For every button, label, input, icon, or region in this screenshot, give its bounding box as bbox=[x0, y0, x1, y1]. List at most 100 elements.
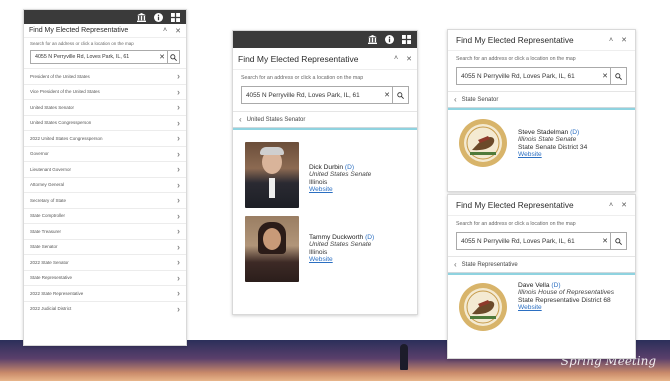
website-link[interactable]: Website bbox=[518, 151, 542, 158]
search-icon bbox=[170, 53, 177, 61]
chevron-right-icon: › bbox=[177, 148, 180, 159]
rep-info: Tammy Duckworth (D) United States Senate… bbox=[309, 234, 374, 264]
clear-icon[interactable]: ✕ bbox=[600, 237, 610, 245]
close-icon[interactable]: ✕ bbox=[621, 201, 627, 209]
list-item[interactable]: State Senator › bbox=[24, 238, 186, 255]
list-item[interactable]: Governor › bbox=[24, 145, 186, 162]
search-button[interactable] bbox=[392, 87, 408, 103]
list-item[interactable]: United States Senator › bbox=[24, 99, 186, 115]
list-item-label: 2022 Judicial District bbox=[30, 306, 72, 312]
list-item[interactable]: State Comptroller › bbox=[24, 207, 186, 224]
rep-office: Illinois House of Representatives bbox=[518, 289, 615, 297]
chevron-up-icon[interactable]: ˄ bbox=[609, 202, 613, 209]
info-icon[interactable] bbox=[154, 12, 163, 22]
info-icon[interactable] bbox=[385, 35, 394, 44]
rep-office: United States Senate bbox=[309, 171, 372, 179]
breadcrumb[interactable]: ‹ United States Senator bbox=[233, 111, 417, 128]
search-input[interactable]: 4055 N Perryville Rd, Loves Park, IL, 61 bbox=[457, 238, 600, 245]
clear-icon[interactable]: ✕ bbox=[382, 91, 392, 99]
close-icon[interactable]: ✕ bbox=[175, 27, 181, 35]
chevron-right-icon: › bbox=[177, 210, 180, 221]
list-item[interactable]: Secretary of State › bbox=[24, 192, 186, 208]
search-button[interactable] bbox=[167, 51, 179, 63]
rep-office: United States Senate bbox=[309, 241, 372, 249]
rep-party: (D) bbox=[551, 281, 561, 289]
rep-name: Dick Durbin bbox=[309, 163, 344, 171]
rep-district: State Representative District 68 bbox=[518, 296, 611, 304]
search-input[interactable]: 4055 N Perryville Rd, Loves Park, IL, 61 bbox=[457, 73, 600, 80]
chevron-right-icon: › bbox=[177, 164, 180, 175]
chevron-up-icon[interactable]: ˄ bbox=[394, 55, 398, 62]
clear-icon[interactable]: ✕ bbox=[157, 53, 167, 61]
list-item[interactable]: 2022 State Representative › bbox=[24, 285, 186, 301]
rep-party: (D) bbox=[365, 233, 375, 241]
panel-title: Find My Elected Representative bbox=[29, 27, 129, 34]
list-item-label: Attorney General bbox=[30, 182, 65, 188]
chevron-right-icon: › bbox=[177, 303, 180, 314]
rep-district: Illinois bbox=[309, 178, 328, 186]
panel-header: Find My Elected Representative ˄ ✕ bbox=[233, 48, 417, 70]
list-item[interactable]: State Treasurer › bbox=[24, 223, 186, 239]
grid-icon[interactable] bbox=[402, 35, 411, 44]
back-chevron-icon[interactable]: ‹ bbox=[454, 260, 457, 269]
list-item[interactable]: 2022 State Senator › bbox=[24, 254, 186, 270]
building-icon[interactable] bbox=[137, 12, 146, 22]
list-item[interactable]: President of the United States › bbox=[24, 68, 186, 84]
chevron-right-icon: › bbox=[177, 226, 180, 237]
panel-title: Find My Elected Representative bbox=[238, 53, 359, 64]
rep-district: State Senate District 34 bbox=[518, 143, 588, 151]
search-hint: Search for an address or click a locatio… bbox=[456, 221, 576, 227]
list-item[interactable]: 2022 Judicial District › bbox=[24, 300, 186, 317]
list-item-label: State Representative bbox=[30, 275, 73, 281]
back-chevron-icon[interactable]: ‹ bbox=[239, 115, 242, 124]
search-box[interactable]: 4055 N Perryville Rd, Loves Park, IL, 61… bbox=[241, 86, 409, 104]
list-item[interactable]: State Representative › bbox=[24, 269, 186, 286]
list-item[interactable]: Attorney General › bbox=[24, 176, 186, 193]
list-item-label: United States Senator bbox=[30, 104, 75, 110]
rep-card: Dick Durbin (D) United States Senate Ill… bbox=[233, 130, 417, 212]
back-chevron-icon[interactable]: ‹ bbox=[454, 95, 457, 104]
search-input[interactable]: 4055 N Perryville Rd, Loves Park, IL, 61 bbox=[31, 54, 157, 60]
breadcrumb-label: State Representative bbox=[461, 261, 518, 268]
search-button[interactable] bbox=[610, 68, 626, 84]
breadcrumb[interactable]: ‹ State Representative bbox=[448, 256, 635, 273]
grid-icon[interactable] bbox=[171, 12, 180, 22]
panel-state-representative: Find My Elected Representative ˄ ✕ Searc… bbox=[447, 194, 636, 359]
illinois-seal-icon bbox=[459, 118, 507, 167]
panel-office-list: Find My Elected Representative ˄ ✕ Searc… bbox=[23, 9, 187, 346]
list-item-label: Governor bbox=[30, 151, 49, 157]
chevron-right-icon: › bbox=[177, 86, 180, 97]
building-icon[interactable] bbox=[368, 35, 377, 44]
list-item[interactable]: United States Congressperson › bbox=[24, 114, 186, 131]
search-box[interactable]: 4055 N Perryville Rd, Loves Park, IL, 61… bbox=[456, 67, 627, 85]
panel-title: Find My Elected Representative bbox=[456, 35, 574, 45]
list-item-label: President of the United States bbox=[30, 73, 90, 79]
rep-district: Illinois bbox=[309, 248, 328, 256]
search-box[interactable]: 4055 N Perryville Rd, Loves Park, IL, 61… bbox=[30, 50, 180, 64]
website-link[interactable]: Website bbox=[309, 186, 333, 193]
list-item[interactable]: 2022 United States Congressperson › bbox=[24, 130, 186, 146]
search-box[interactable]: 4055 N Perryville Rd, Loves Park, IL, 61… bbox=[456, 232, 627, 250]
breadcrumb[interactable]: ‹ State Senator bbox=[448, 91, 635, 108]
chevron-right-icon: › bbox=[177, 257, 180, 268]
breadcrumb-label: State Senator bbox=[461, 96, 499, 103]
close-icon[interactable]: ✕ bbox=[621, 36, 627, 44]
search-hint: Search for an address or click a locatio… bbox=[241, 75, 364, 81]
search-hint: Search for an address or click a locatio… bbox=[30, 41, 134, 46]
list-item[interactable]: Lieutenant Governor › bbox=[24, 161, 186, 177]
list-item[interactable]: Vice President of the United States › bbox=[24, 83, 186, 100]
list-item-label: State Senator bbox=[30, 244, 58, 250]
close-icon[interactable]: ✕ bbox=[406, 55, 412, 63]
topbar bbox=[233, 31, 417, 48]
search-input[interactable]: 4055 N Perryville Rd, Loves Park, IL, 61 bbox=[242, 92, 382, 99]
clear-icon[interactable]: ✕ bbox=[600, 72, 610, 80]
office-list: President of the United States › Vice Pre… bbox=[24, 68, 186, 316]
website-link[interactable]: Website bbox=[309, 256, 333, 263]
chevron-up-icon[interactable]: ˄ bbox=[163, 27, 167, 34]
panel-title: Find My Elected Representative bbox=[456, 200, 574, 210]
website-link[interactable]: Website bbox=[518, 304, 542, 311]
search-button[interactable] bbox=[610, 233, 626, 249]
rep-info: Dick Durbin (D) United States Senate Ill… bbox=[309, 164, 371, 194]
chevron-up-icon[interactable]: ˄ bbox=[609, 37, 613, 44]
rep-card: Dave Vella (D) Illinois House of Represe… bbox=[448, 275, 635, 339]
